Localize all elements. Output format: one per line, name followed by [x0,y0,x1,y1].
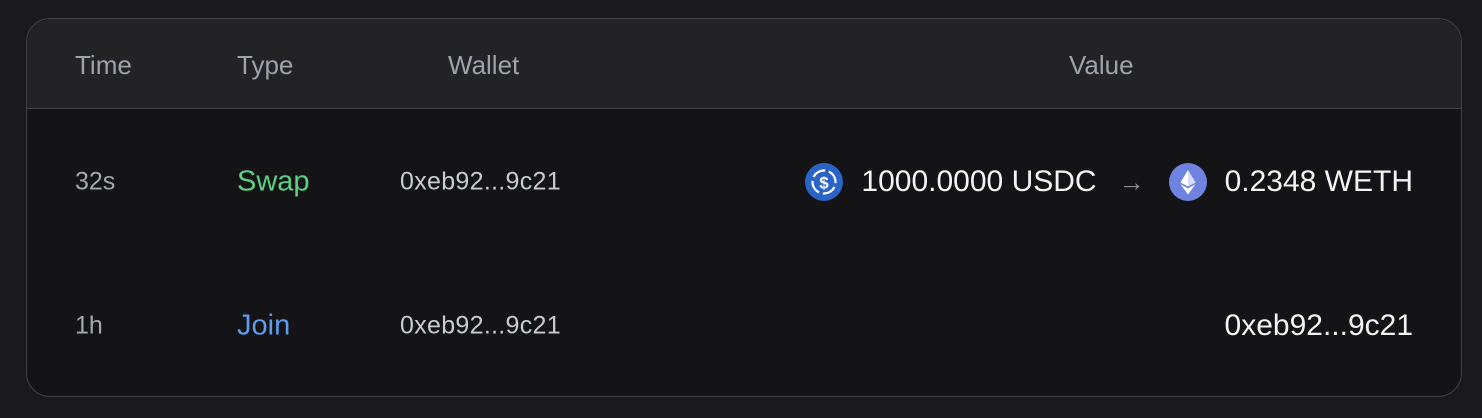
wallet-cell[interactable]: 0xeb92...9c21 [400,313,561,339]
time-cell: 32s [75,167,116,196]
table-header: Time Type Wallet Value [27,19,1461,109]
wallet-cell[interactable]: 0xeb92...9c21 [400,169,561,195]
weth-icon [1168,163,1207,201]
table-row[interactable]: 1h Join 0xeb92...9c21 0xeb92...9c21 [27,276,1461,376]
column-header-value[interactable]: Value [1069,50,1134,80]
table-row[interactable]: 32s Swap 0xeb92...9c21 $ 1000.0000 USDC … [27,132,1461,232]
to-amount: 0.2348 WETH [1224,165,1413,198]
svg-text:$: $ [820,174,830,193]
arrow-right-icon: → [1118,167,1145,197]
column-header-type[interactable]: Type [237,50,293,80]
type-cell: Join [237,309,291,342]
usdc-icon: $ [805,163,844,201]
value-cell: $ 1000.0000 USDC → 0.2348 WETH [805,163,1413,201]
value-cell: 0xeb92...9c21 [1224,309,1413,342]
column-header-time[interactable]: Time [75,50,132,80]
activity-table: Time Type Wallet Value 32s Swap 0xeb92..… [26,18,1462,397]
column-header-wallet[interactable]: Wallet [448,50,519,80]
time-cell: 1h [75,311,103,340]
from-amount: 1000.0000 USDC [861,165,1097,198]
type-cell: Swap [237,165,310,198]
